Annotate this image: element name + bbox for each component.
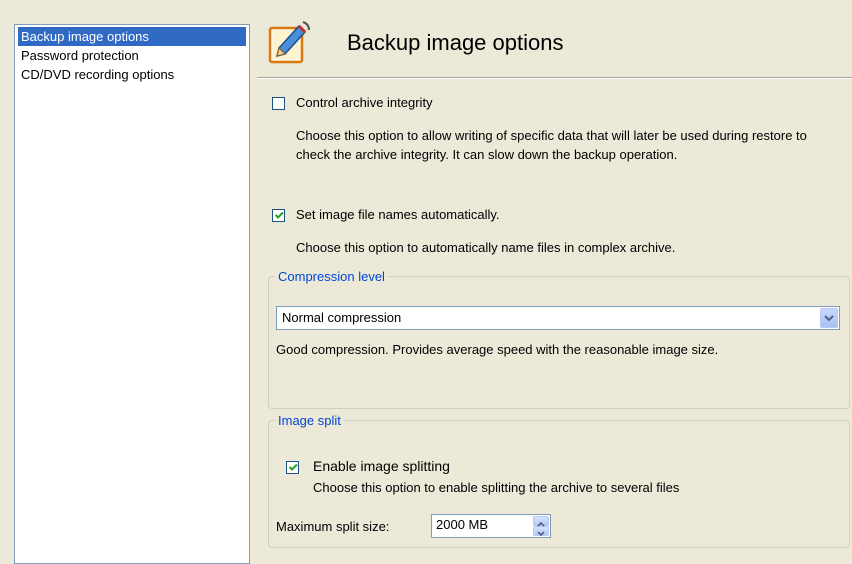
compression-level-select[interactable]: Normal compression	[276, 306, 840, 330]
spin-up-button[interactable]	[533, 516, 549, 527]
sidebar-item-cd-dvd-recording-options[interactable]: CD/DVD recording options	[18, 65, 246, 84]
spinner-buttons[interactable]	[533, 516, 549, 537]
compression-level-value: Normal compression	[282, 310, 402, 325]
sidebar-item-backup-image-options[interactable]: Backup image options	[18, 27, 246, 46]
max-split-size-label: Maximum split size:	[276, 519, 390, 534]
image-split-group: Image split Enable image splitting Choos…	[268, 413, 850, 548]
options-category-list[interactable]: Backup image options Password protection…	[14, 24, 250, 564]
enable-splitting-checkbox[interactable]	[286, 461, 299, 474]
header-divider	[257, 77, 852, 79]
enable-splitting-label[interactable]: Enable image splitting	[313, 458, 450, 474]
max-split-size-spinner[interactable]: 2000 MB	[431, 514, 551, 538]
integrity-checkbox-label[interactable]: Control archive integrity	[296, 95, 433, 110]
chevron-down-icon	[824, 315, 834, 322]
compression-level-legend: Compression level	[278, 269, 385, 284]
dropdown-button[interactable]	[820, 308, 838, 328]
compression-description: Good compression. Provides average speed…	[276, 342, 719, 357]
max-split-size-value: 2000 MB	[436, 517, 489, 532]
compression-level-group: Compression level Normal compression Goo…	[268, 269, 850, 409]
page-title: Backup image options	[347, 30, 564, 55]
panel-header: Backup image options	[257, 0, 852, 79]
sidebar-item-password-protection[interactable]: Password protection	[18, 46, 246, 65]
auto-names-checkbox[interactable]	[272, 209, 285, 222]
checkmark-icon	[288, 463, 298, 471]
image-split-legend: Image split	[278, 413, 341, 428]
auto-names-checkbox-label[interactable]: Set image file names automatically.	[296, 207, 500, 222]
auto-names-description: Choose this option to automatically name…	[296, 240, 676, 255]
integrity-checkbox[interactable]	[272, 97, 285, 110]
split-description: Choose this option to enable splitting t…	[313, 480, 680, 495]
options-panel: Backup image options Control archive int…	[257, 0, 852, 564]
checkmark-icon	[274, 211, 284, 219]
pencil-edit-icon	[268, 21, 310, 64]
integrity-description: Choose this option to allow writing of s…	[296, 128, 807, 162]
chevron-down-icon	[537, 531, 545, 537]
spin-down-button[interactable]	[533, 526, 549, 537]
